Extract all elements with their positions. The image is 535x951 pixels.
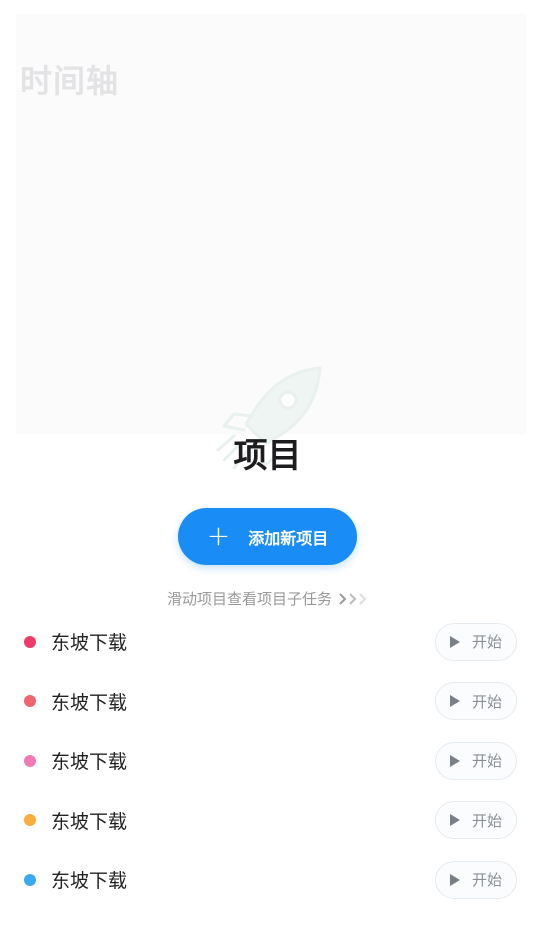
swipe-hint-text: 滑动项目查看项目子任务 (166, 590, 332, 608)
plus-icon: + (206, 518, 231, 552)
project-name: 东坡下载 (51, 691, 128, 714)
start-button-label: 开始 (471, 692, 502, 711)
project-row[interactable]: 东坡下载 开始 (0, 672, 535, 732)
project-row[interactable]: 东坡下载 开始 (0, 791, 535, 851)
play-icon (449, 814, 460, 827)
timeline-title: 时间轴 (20, 62, 120, 100)
project-color-dot (24, 873, 36, 886)
start-button-label: 开始 (471, 633, 502, 652)
project-row[interactable]: 东坡下载 开始 (0, 731, 535, 791)
start-button-label: 开始 (471, 811, 502, 830)
play-icon (449, 754, 460, 767)
project-name: 东坡下载 (51, 751, 128, 774)
page-title: 项目 (233, 436, 302, 476)
start-button[interactable]: 开始 (435, 622, 517, 661)
chevrons-right-icon (338, 592, 368, 606)
add-project-label: 添加新项目 (248, 528, 329, 548)
play-icon (449, 873, 460, 886)
swipe-hint: 滑动项目查看项目子任务 (0, 588, 535, 609)
start-button[interactable]: 开始 (435, 801, 517, 840)
start-button[interactable]: 开始 (435, 682, 517, 721)
project-row[interactable]: 东坡下载 开始 (0, 612, 535, 672)
project-color-dot (24, 635, 36, 648)
play-icon (449, 695, 460, 708)
add-project-button[interactable]: + 添加新项目 (178, 508, 357, 565)
start-button-label: 开始 (471, 752, 502, 771)
project-color-dot (24, 695, 36, 708)
project-list: 东坡下载 开始 东坡下载 开始 东坡下载 开始 东坡下载 开始 东坡下载 开始 (0, 612, 535, 910)
project-name: 东坡下载 (51, 870, 128, 893)
play-icon (449, 635, 460, 648)
start-button[interactable]: 开始 (435, 860, 517, 899)
project-name: 东坡下载 (51, 810, 128, 833)
page: 时间轴 项目 + 添加新项目 滑动项目查看项目子任务 东坡下载 开始 东坡下载 开始东… (0, 0, 535, 951)
start-button[interactable]: 开始 (435, 741, 517, 780)
project-color-dot (24, 814, 36, 827)
project-row[interactable]: 东坡下载 开始 (0, 850, 535, 910)
project-name: 东坡下载 (51, 632, 128, 655)
start-button-label: 开始 (471, 871, 502, 890)
project-color-dot (24, 754, 36, 767)
